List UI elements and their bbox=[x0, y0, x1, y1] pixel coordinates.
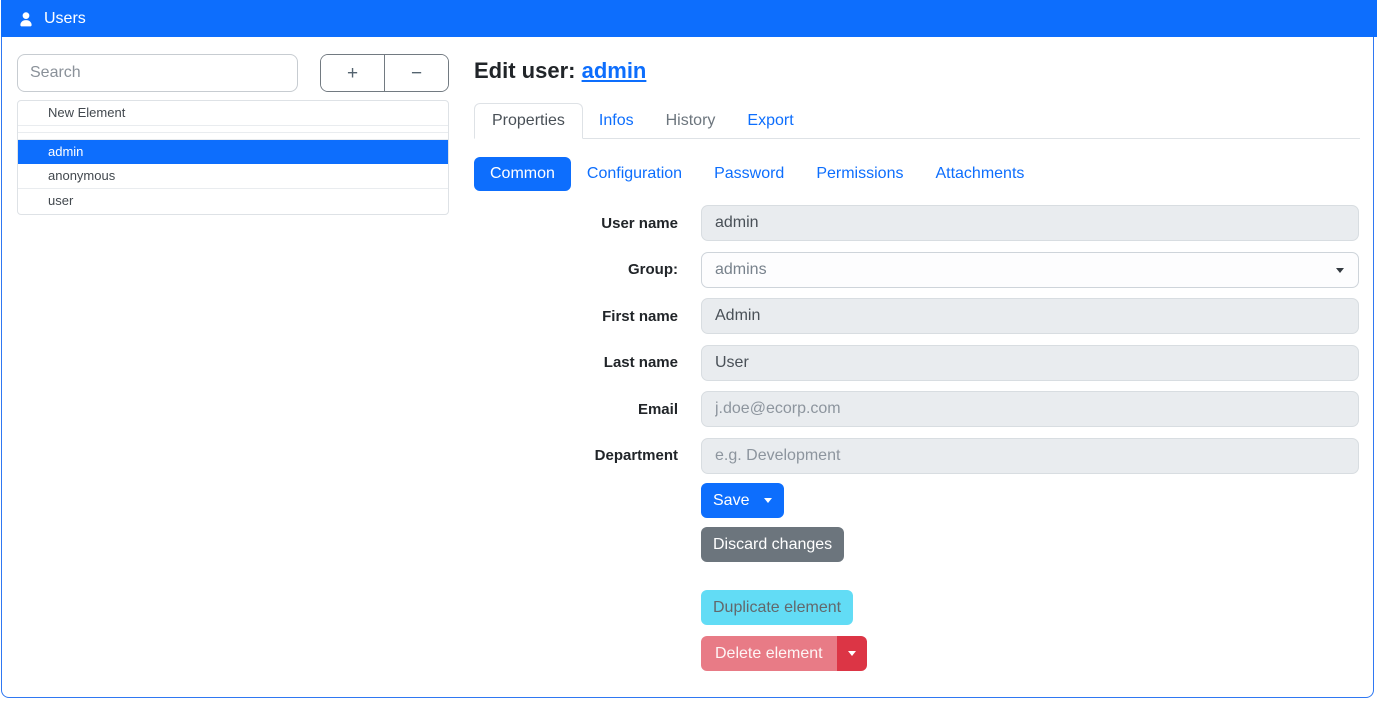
list-item-spacer bbox=[18, 126, 448, 133]
tab-history: History bbox=[650, 104, 732, 138]
pill-bar: Common Configuration Password Permission… bbox=[474, 157, 1040, 191]
lastname-label: Last name bbox=[474, 354, 678, 371]
remove-element-button[interactable]: − bbox=[385, 55, 448, 91]
chevron-down-icon bbox=[848, 651, 856, 656]
list-toolbar: + − bbox=[320, 54, 449, 92]
form-row: Group: admins bbox=[474, 252, 1360, 288]
lastname-field[interactable] bbox=[701, 345, 1359, 381]
firstname-label: First name bbox=[474, 308, 678, 325]
list-item-user[interactable]: user bbox=[18, 189, 448, 214]
tab-properties[interactable]: Properties bbox=[474, 103, 583, 139]
chevron-down-icon bbox=[1336, 268, 1344, 273]
save-button-label: Save bbox=[713, 492, 749, 509]
pill-permissions[interactable]: Permissions bbox=[800, 157, 919, 191]
topbar: Users bbox=[1, 0, 1377, 37]
form-row: Department bbox=[474, 438, 1360, 474]
pill-configuration[interactable]: Configuration bbox=[571, 157, 698, 191]
page-title: Edit user: admin bbox=[474, 58, 646, 84]
list-item-spacer bbox=[18, 133, 448, 140]
pill-attachments[interactable]: Attachments bbox=[919, 157, 1040, 191]
username-label: User name bbox=[474, 215, 678, 232]
delete-element-button[interactable]: Delete element bbox=[701, 636, 837, 671]
search-input[interactable] bbox=[17, 54, 298, 92]
pill-common[interactable]: Common bbox=[474, 157, 571, 191]
pill-password[interactable]: Password bbox=[698, 157, 800, 191]
duplicate-element-button[interactable]: Duplicate element bbox=[701, 590, 853, 625]
group-select-value: admins bbox=[715, 261, 767, 278]
discard-changes-button[interactable]: Discard changes bbox=[701, 527, 844, 562]
group-label: Group: bbox=[474, 261, 678, 278]
list-item-anonymous[interactable]: anonymous bbox=[18, 164, 448, 189]
list-item-admin[interactable]: admin bbox=[18, 140, 448, 164]
group-select[interactable]: admins bbox=[701, 252, 1359, 288]
list-item-new-element[interactable]: New Element bbox=[18, 101, 448, 126]
tab-export[interactable]: Export bbox=[731, 104, 809, 138]
firstname-field[interactable] bbox=[701, 298, 1359, 334]
form-row: Email bbox=[474, 391, 1360, 427]
delete-split-button: Delete element bbox=[701, 636, 867, 671]
delete-dropdown-toggle[interactable] bbox=[837, 636, 867, 671]
email-field[interactable] bbox=[701, 391, 1359, 427]
department-field[interactable] bbox=[701, 438, 1359, 474]
form-row: First name bbox=[474, 298, 1360, 334]
department-label: Department bbox=[474, 447, 678, 464]
tab-bar: Properties Infos History Export bbox=[474, 100, 1360, 139]
save-button[interactable]: Save bbox=[701, 483, 784, 518]
edit-user-form: User name Group: admins First name Last … bbox=[474, 205, 1360, 484]
chevron-down-icon bbox=[764, 498, 772, 503]
page-title-prefix: Edit user: bbox=[474, 58, 582, 83]
email-label: Email bbox=[474, 401, 678, 418]
form-row: Last name bbox=[474, 345, 1360, 381]
tab-infos[interactable]: Infos bbox=[583, 104, 650, 138]
edited-user-link[interactable]: admin bbox=[582, 58, 647, 83]
app-title: Users bbox=[44, 10, 86, 28]
form-row: User name bbox=[474, 205, 1360, 241]
username-field[interactable] bbox=[701, 205, 1359, 241]
app-frame: Users + − New Element admin anonymous us… bbox=[1, 0, 1374, 698]
user-list: New Element admin anonymous user bbox=[17, 100, 449, 215]
person-icon bbox=[17, 10, 35, 28]
add-element-button[interactable]: + bbox=[321, 55, 385, 91]
